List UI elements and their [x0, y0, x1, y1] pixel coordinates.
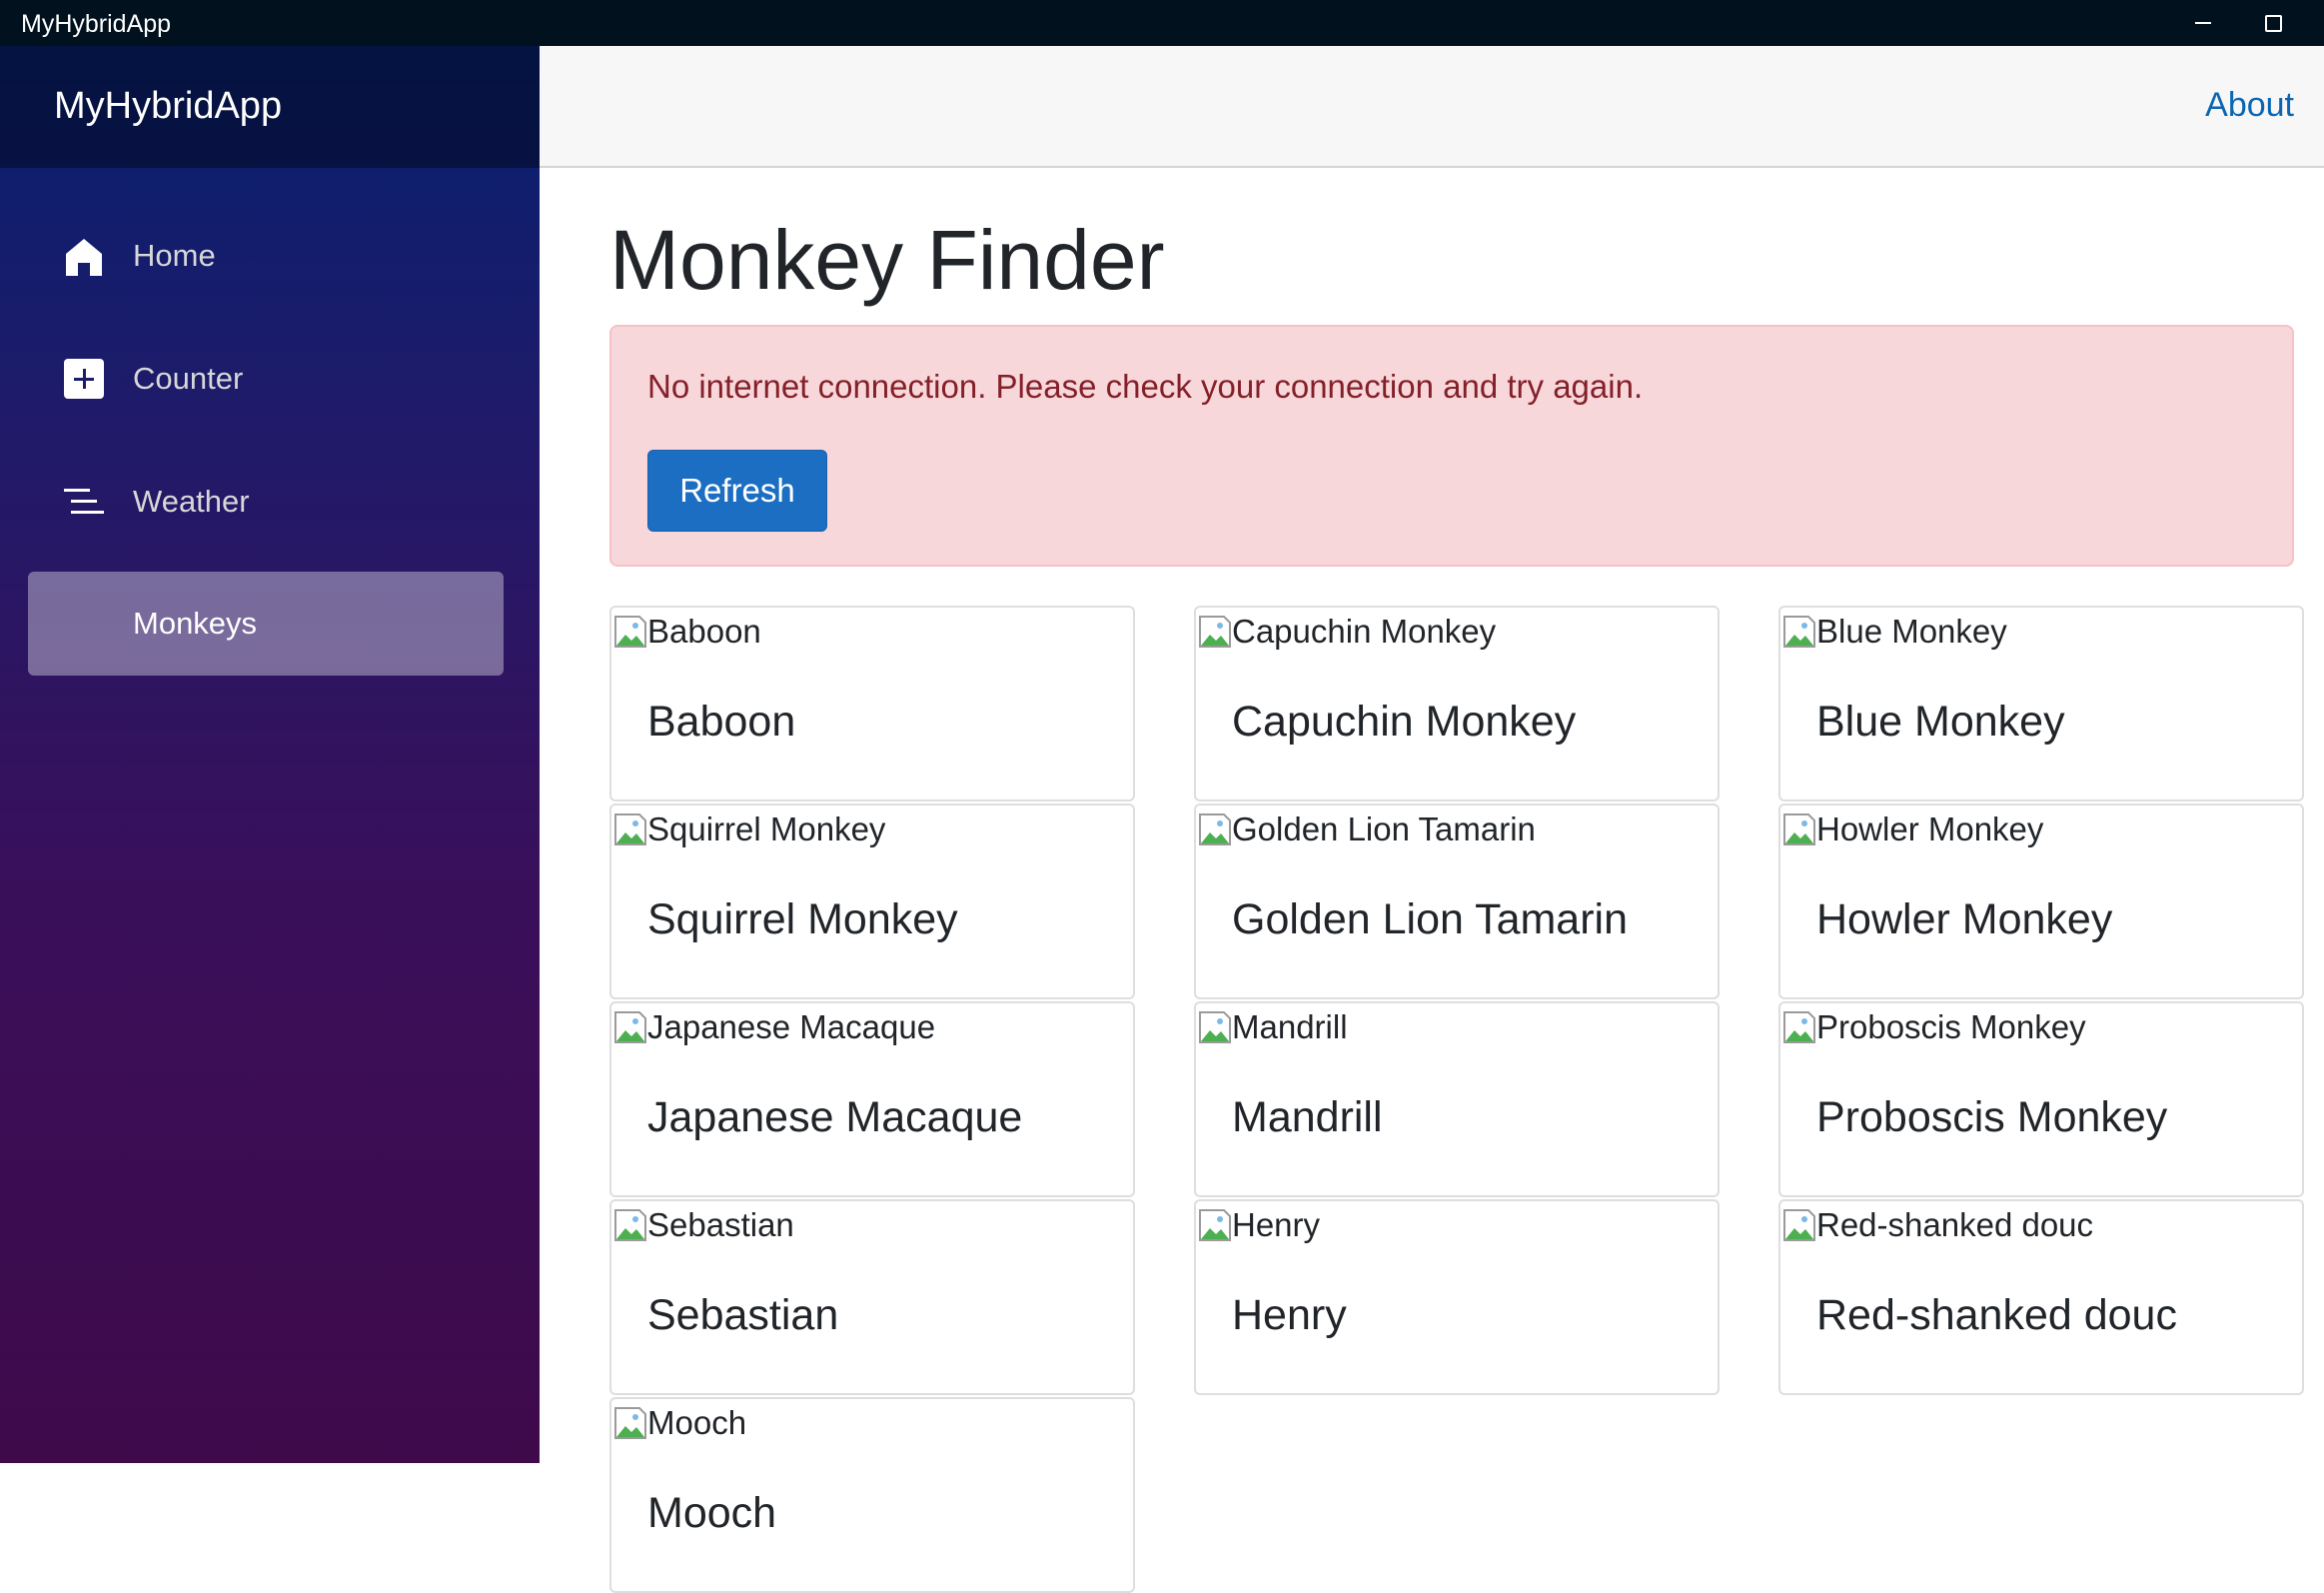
monkey-card[interactable]: Proboscis Monkey Proboscis Monkey [1778, 1001, 2304, 1197]
window-title-bar: MyHybridApp [0, 0, 2324, 46]
plus-square-icon [62, 357, 106, 401]
maximize-icon [2264, 14, 2282, 32]
monkey-image: Mooch [613, 1403, 746, 1443]
monkey-name: Mandrill [1232, 1093, 1383, 1141]
monkey-name: Proboscis Monkey [1816, 1093, 2168, 1141]
monkey-name: Henry [1232, 1291, 1347, 1339]
broken-image-icon [1783, 1209, 1815, 1241]
broken-image-icon [614, 1407, 646, 1439]
window-title: MyHybridApp [21, 10, 172, 38]
monkey-name: Howler Monkey [1816, 895, 2113, 943]
monkey-image: Howler Monkey [1782, 809, 2043, 849]
broken-image-icon [614, 1209, 646, 1241]
broken-image-icon [1199, 1011, 1231, 1043]
list-lines-icon [62, 480, 106, 524]
monkey-image-alt-text: Capuchin Monkey [1232, 613, 1497, 650]
broken-image-icon [1199, 813, 1231, 845]
maximize-button[interactable] [2238, 0, 2308, 46]
monkey-name: Japanese Macaque [647, 1093, 1023, 1141]
sidebar-item-monkeys[interactable]: Monkeys [28, 572, 504, 676]
monkey-name: Red-shanked douc [1816, 1291, 2177, 1339]
broken-image-icon [614, 1011, 646, 1043]
monkey-card[interactable]: Red-shanked douc Red-shanked douc [1778, 1199, 2304, 1395]
monkey-image: Squirrel Monkey [613, 809, 885, 849]
monkey-image: Henry [1198, 1205, 1320, 1245]
sidebar: MyHybridApp Home Counter Weather Monkeys [0, 46, 540, 1463]
monkey-name: Baboon [647, 698, 796, 746]
monkey-image-alt-text: Proboscis Monkey [1816, 1008, 2086, 1045]
monkey-image-alt-text: Howler Monkey [1816, 810, 2044, 847]
monkey-name: Golden Lion Tamarin [1232, 895, 1629, 943]
broken-image-icon [1783, 1011, 1815, 1043]
monkey-name: Blue Monkey [1816, 698, 2065, 746]
monkey-image: Blue Monkey [1782, 612, 2007, 652]
broken-image-icon [1783, 616, 1815, 648]
monkey-image: Mandrill [1198, 1007, 1348, 1047]
monkey-image-alt-text: Red-shanked douc [1816, 1206, 2094, 1243]
monkey-image: Japanese Macaque [613, 1007, 935, 1047]
monkey-image-alt-text: Squirrel Monkey [647, 810, 886, 847]
home-icon [62, 234, 106, 278]
monkey-image: Red-shanked douc [1782, 1205, 2093, 1245]
monkey-image-alt-text: Golden Lion Tamarin [1232, 810, 1536, 847]
monkey-image: Golden Lion Tamarin [1198, 809, 1536, 849]
monkey-card[interactable]: Mooch Mooch [609, 1397, 1135, 1593]
alert-message: No internet connection. Please check you… [647, 368, 1644, 405]
broken-image-icon [1783, 813, 1815, 845]
monkey-image-alt-text: Henry [1232, 1206, 1321, 1243]
broken-image-icon [1199, 1209, 1231, 1241]
error-alert: No internet connection. Please check you… [609, 325, 2294, 567]
minimize-icon [2195, 22, 2211, 24]
sidebar-item-label: Monkeys [133, 606, 258, 641]
sidebar-item-home[interactable]: Home [28, 204, 504, 308]
brand-link[interactable]: MyHybridApp [54, 84, 282, 128]
monkey-name: Sebastian [647, 1291, 839, 1339]
monkey-image-alt-text: Mooch [647, 1404, 747, 1441]
monkey-card[interactable]: Baboon Baboon [609, 606, 1135, 801]
main-content: Monkey Finder No internet connection. Pl… [540, 168, 2324, 1593]
monkey-image-alt-text: Japanese Macaque [647, 1008, 936, 1045]
sidebar-item-weather[interactable]: Weather [28, 450, 504, 554]
monkey-name: Mooch [647, 1489, 777, 1537]
monkey-name: Squirrel Monkey [647, 895, 958, 943]
sidebar-item-label: Counter [133, 361, 244, 396]
monkey-card[interactable]: Mandrill Mandrill [1194, 1001, 1720, 1197]
monkey-image: Proboscis Monkey [1782, 1007, 2086, 1047]
monkey-image-alt-text: Sebastian [647, 1206, 794, 1243]
broken-image-icon [1199, 616, 1231, 648]
monkey-card[interactable]: Blue Monkey Blue Monkey [1778, 606, 2304, 801]
monkey-card[interactable]: Capuchin Monkey Capuchin Monkey [1194, 606, 1720, 801]
brand-bar: MyHybridApp [0, 46, 540, 168]
sidebar-item-label: Weather [133, 484, 250, 519]
refresh-button[interactable]: Refresh [647, 450, 827, 532]
monkey-image: Capuchin Monkey [1198, 612, 1496, 652]
monkey-card[interactable]: Sebastian Sebastian [609, 1199, 1135, 1395]
about-link[interactable]: About [2205, 84, 2294, 126]
monkey-card[interactable]: Squirrel Monkey Squirrel Monkey [609, 803, 1135, 999]
minimize-button[interactable] [2168, 0, 2238, 46]
monkey-image-alt-text: Blue Monkey [1816, 613, 2007, 650]
monkey-image-alt-text: Mandrill [1232, 1008, 1348, 1045]
broken-image-icon [614, 813, 646, 845]
sidebar-item-label: Home [133, 238, 216, 273]
monkey-card[interactable]: Howler Monkey Howler Monkey [1778, 803, 2304, 999]
monkey-image: Baboon [613, 612, 761, 652]
top-row: About [540, 46, 2324, 168]
monkey-card[interactable]: Japanese Macaque Japanese Macaque [609, 1001, 1135, 1197]
broken-image-icon [614, 616, 646, 648]
sidebar-item-counter[interactable]: Counter [28, 327, 504, 431]
monkey-image-alt-text: Baboon [647, 613, 761, 650]
monkey-image: Sebastian [613, 1205, 794, 1245]
monkey-card[interactable]: Henry Henry [1194, 1199, 1720, 1395]
monkey-card[interactable]: Golden Lion Tamarin Golden Lion Tamarin [1194, 803, 1720, 999]
page-title: Monkey Finder [609, 213, 1165, 307]
monkey-name: Capuchin Monkey [1232, 698, 1577, 746]
